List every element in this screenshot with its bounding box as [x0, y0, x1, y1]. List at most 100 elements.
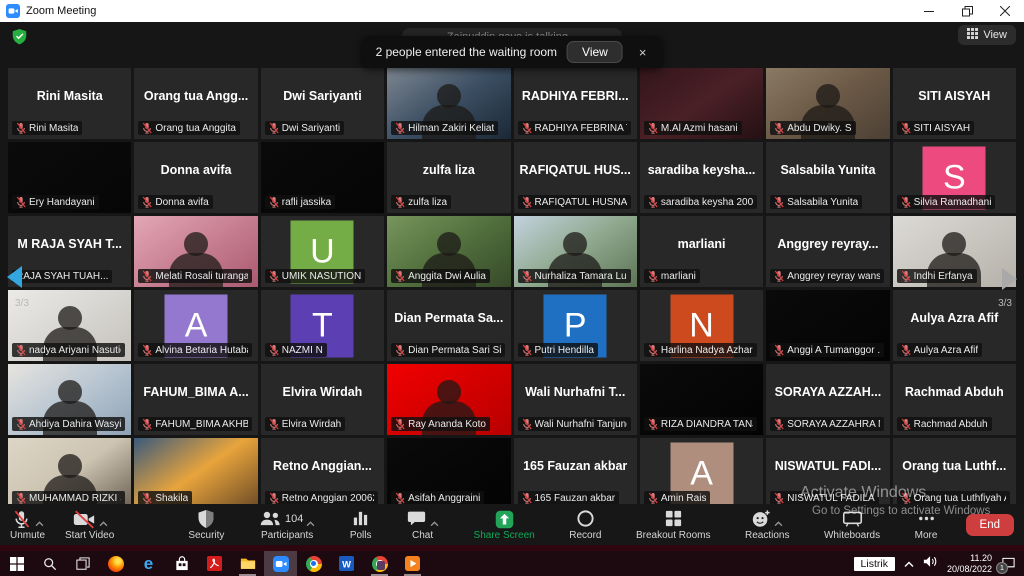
- participant-label-text: nadya Ariyani Nasution: [29, 345, 121, 356]
- participant-tile[interactable]: zulfa lizazulfa liza: [387, 142, 510, 213]
- action-center-icon[interactable]: 1: [1001, 557, 1016, 571]
- taskbar-file-explorer[interactable]: [231, 551, 264, 576]
- taskbar-chrome-2[interactable]: [363, 551, 396, 576]
- toolbar-share-screen[interactable]: Share Screen: [474, 509, 535, 541]
- participant-label-text: Silvia Ramadhani: [914, 197, 992, 208]
- waiting-room-view-button[interactable]: View: [567, 41, 623, 63]
- taskbar-word[interactable]: W: [330, 551, 363, 576]
- participant-tile[interactable]: RIZA DIANDRA TANJ...: [640, 364, 763, 435]
- participant-tile[interactable]: TNAZMI N: [261, 290, 384, 361]
- windows-taskbar: e W Listrik 11.20 20/08/2022 1: [0, 545, 1024, 576]
- tray-language-indicator[interactable]: Listrik: [854, 557, 895, 571]
- participant-label: Rachmad Abduh: [897, 417, 992, 431]
- participant-tile[interactable]: Dwi SariyantiDwi Sariyanti: [261, 68, 384, 139]
- toolbar-record[interactable]: Record: [569, 509, 601, 541]
- participant-tile[interactable]: Nurhaliza Tamara Lu...: [514, 216, 637, 287]
- toolbar-more[interactable]: More: [915, 509, 938, 541]
- view-button[interactable]: View: [958, 25, 1016, 45]
- participant-tile[interactable]: Retno Anggian...Retno Anggian 20062...: [261, 438, 384, 504]
- participant-tile[interactable]: SITI AISYAHSITI AISYAH: [893, 68, 1016, 139]
- participant-tile[interactable]: 165 Fauzan akbar165 Fauzan akbar: [514, 438, 637, 504]
- participant-tile[interactable]: Donna avifaDonna avifa: [134, 142, 257, 213]
- participant-tile[interactable]: Orang tua Angg...Orang tua Anggita: [134, 68, 257, 139]
- minimize-icon[interactable]: [910, 0, 948, 22]
- participant-tile[interactable]: Anggi A Tumanggor ...: [766, 290, 889, 361]
- page-previous-arrow-icon[interactable]: [7, 266, 22, 288]
- taskbar-search[interactable]: [33, 551, 66, 576]
- tray-hidden-icons-chevron-icon[interactable]: [904, 555, 914, 573]
- participant-tile[interactable]: Ahdiya Dahira Wasyiya: [8, 364, 131, 435]
- taskbar-edge[interactable]: e: [132, 551, 165, 576]
- taskbar-firefox[interactable]: [99, 551, 132, 576]
- participant-tile[interactable]: Abdu Dwiky. S: [766, 68, 889, 139]
- end-meeting-button[interactable]: End: [966, 514, 1014, 536]
- participant-tile[interactable]: SSilvia Ramadhani: [893, 142, 1016, 213]
- participant-tile[interactable]: Shakila: [134, 438, 257, 504]
- participant-label-text: Anggrey reyray wansa: [787, 271, 879, 282]
- participant-tile[interactable]: Rachmad AbduhRachmad Abduh: [893, 364, 1016, 435]
- toolbar-breakout-rooms[interactable]: Breakout Rooms: [636, 509, 710, 541]
- participant-tile[interactable]: RAFIQATUL HUS...RAFIQATUL HUSNA F...: [514, 142, 637, 213]
- toolbar-polls[interactable]: Polls: [350, 509, 372, 541]
- participant-tile[interactable]: RADHIYA FEBRI...RADHIYA FEBRINA TRI...: [514, 68, 637, 139]
- mic-muted-icon: [395, 196, 405, 208]
- close-icon[interactable]: [986, 0, 1024, 22]
- participant-tile[interactable]: Melati Rosali turangan: [134, 216, 257, 287]
- tray-speaker-icon[interactable]: [923, 555, 938, 573]
- participant-tile[interactable]: Asifah Anggraini: [387, 438, 510, 504]
- participant-tile[interactable]: UUMIK NASUTION: [261, 216, 384, 287]
- taskbar-media-player[interactable]: [396, 551, 429, 576]
- participant-tile[interactable]: M.Al Azmi hasani: [640, 68, 763, 139]
- tray-clock[interactable]: 11.20 20/08/2022: [947, 553, 992, 574]
- encryption-shield-icon[interactable]: [12, 28, 27, 50]
- participant-tile[interactable]: MUHAMMAD RIZKI SI...: [8, 438, 131, 504]
- participant-tile[interactable]: AAlvina Betaria Hutaba...: [134, 290, 257, 361]
- participant-tile[interactable]: SORAYA AZZAH...SORAYA AZZAHRA NST: [766, 364, 889, 435]
- restore-icon[interactable]: [948, 0, 986, 22]
- participant-tile[interactable]: Rini MasitaRini Masita: [8, 68, 131, 139]
- participant-tile[interactable]: Orang tua Luthf...Orang tua Luthfiyah A.…: [893, 438, 1016, 504]
- participant-label-text: Donna avifa: [155, 197, 208, 208]
- participant-tile[interactable]: Elvira WirdahElvira Wirdah: [261, 364, 384, 435]
- toolbar-participants[interactable]: 104Participants: [259, 509, 315, 541]
- participant-tile[interactable]: AAmin Rais: [640, 438, 763, 504]
- participant-tile[interactable]: saradiba keysha...saradiba keysha 2006..…: [640, 142, 763, 213]
- toolbar-security[interactable]: Security: [188, 509, 224, 541]
- toolbar-unmute[interactable]: Unmute: [10, 509, 45, 541]
- participant-tile[interactable]: Dian Permata Sa...Dian Permata Sari Sir.…: [387, 290, 510, 361]
- toolbar-chat[interactable]: Chat: [406, 509, 439, 541]
- taskbar-zoom[interactable]: [264, 551, 297, 576]
- participant-tile[interactable]: FAHUM_BIMA A...FAHUM_BIMA AKHBA...: [134, 364, 257, 435]
- taskbar-store[interactable]: [165, 551, 198, 576]
- participant-tile[interactable]: Ery Handayani: [8, 142, 131, 213]
- participant-tile[interactable]: M RAJA SYAH T...RAJA SYAH TUAH...: [8, 216, 131, 287]
- participant-name: zulfa liza: [390, 142, 507, 197]
- participant-tile[interactable]: Salsabila YunitaSalsabila Yunita: [766, 142, 889, 213]
- toolbar-whiteboards[interactable]: Whiteboards: [824, 509, 880, 541]
- mic-muted-icon: [774, 122, 784, 134]
- participant-tile[interactable]: Hilman Zakiri Keliat: [387, 68, 510, 139]
- page-next-arrow-icon[interactable]: [1002, 268, 1017, 290]
- participant-tile[interactable]: marlianimarliani: [640, 216, 763, 287]
- participant-tile[interactable]: Ray Ananda Koto: [387, 364, 510, 435]
- toolbar-start-video[interactable]: Start Video: [65, 509, 114, 541]
- mic-muted-icon: [648, 270, 658, 282]
- toolbar-share-screen-label: Share Screen: [474, 530, 535, 541]
- taskbar-acrobat[interactable]: [198, 551, 231, 576]
- participant-tile[interactable]: PPutri Hendilla: [514, 290, 637, 361]
- taskbar-chrome[interactable]: [297, 551, 330, 576]
- taskbar-task-view[interactable]: [66, 551, 99, 576]
- participant-tile[interactable]: Anggita Dwi Aulia: [387, 216, 510, 287]
- taskbar-start[interactable]: [0, 551, 33, 576]
- participant-tile[interactable]: Anggrey reyray...Anggrey reyray wansa: [766, 216, 889, 287]
- toolbar-reactions[interactable]: Reactions: [745, 509, 789, 541]
- participant-label: Harlina Nadya Azhari: [644, 343, 757, 357]
- toast-close-icon[interactable]: ×: [633, 45, 653, 60]
- participant-tile[interactable]: Wali Nurhafni T...Wali Nurhafni Tanjung: [514, 364, 637, 435]
- participant-label: MUHAMMAD RIZKI SI...: [12, 491, 125, 504]
- participant-tile[interactable]: NHarlina Nadya Azhari: [640, 290, 763, 361]
- participant-tile[interactable]: Indhi Erfanya: [893, 216, 1016, 287]
- participant-tile[interactable]: rafli jassika: [261, 142, 384, 213]
- participant-tile[interactable]: NISWATUL FADI...NISWATUL FADILA: [766, 438, 889, 504]
- participant-label: RAFIQATUL HUSNA F...: [518, 195, 631, 209]
